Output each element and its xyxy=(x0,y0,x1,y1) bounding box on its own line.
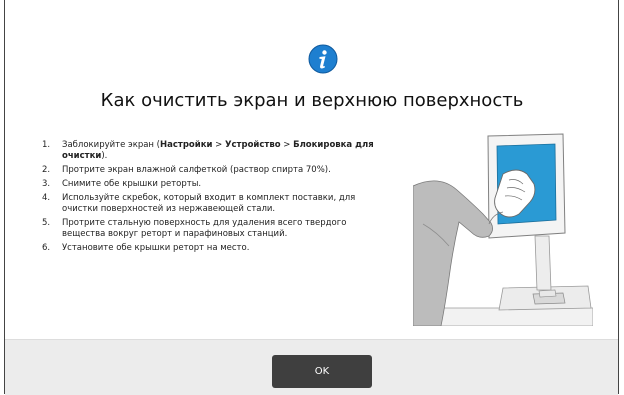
step-text: Протрите стальную поверхность для удален… xyxy=(62,218,347,239)
cleaning-step: 5. Протрите стальную поверхность для удал… xyxy=(42,218,382,240)
step-menu-path: Настройки xyxy=(160,140,213,150)
ok-button[interactable]: OK xyxy=(272,355,372,388)
step-number: 2. xyxy=(42,165,51,175)
step-number: 4. xyxy=(42,193,51,203)
step-text: Протрите экран влажной салфеткой (раство… xyxy=(62,165,331,175)
step-number: 1. xyxy=(42,140,51,150)
step-menu-path: Устройство xyxy=(224,140,281,150)
cleaning-step: 2. Протрите экран влажной салфеткой (раст… xyxy=(42,165,382,176)
step-text: ). xyxy=(101,151,108,161)
step-text: > xyxy=(212,140,225,150)
dialog-left-border xyxy=(4,0,5,394)
dialog-title: Как очистить экран и верхнюю поверхность xyxy=(100,90,524,111)
step-text: Снимите обе крышки реторты. xyxy=(62,179,202,189)
cleaning-step: 6. Установите обе крышки реторт на место. xyxy=(42,243,382,254)
cleaning-step: 1. Заблокируйте экран (Настройки > Устрой… xyxy=(42,140,382,162)
step-text: Используйте скребок, который входит в ко… xyxy=(62,193,356,214)
step-number: 3. xyxy=(42,179,51,189)
cleaning-dialog: Как очистить экран и верхнюю поверхность… xyxy=(0,0,624,395)
cleaning-step: 4. Используйте скребок, который входит в … xyxy=(42,193,382,215)
cleaning-steps-list: 1. Заблокируйте экран (Настройки > Устрой… xyxy=(42,140,382,257)
cleaning-illustration xyxy=(413,133,593,326)
step-number: 6. xyxy=(42,243,51,253)
info-icon xyxy=(308,44,338,74)
step-text: Установите обе крышки реторт на место. xyxy=(62,243,250,253)
step-number: 5. xyxy=(42,218,51,228)
step-text: Заблокируйте экран ( xyxy=(62,140,161,150)
dialog-right-border xyxy=(618,0,619,394)
cleaning-step: 3. Снимите обе крышки реторты. xyxy=(42,179,382,190)
step-text: > xyxy=(280,140,294,150)
